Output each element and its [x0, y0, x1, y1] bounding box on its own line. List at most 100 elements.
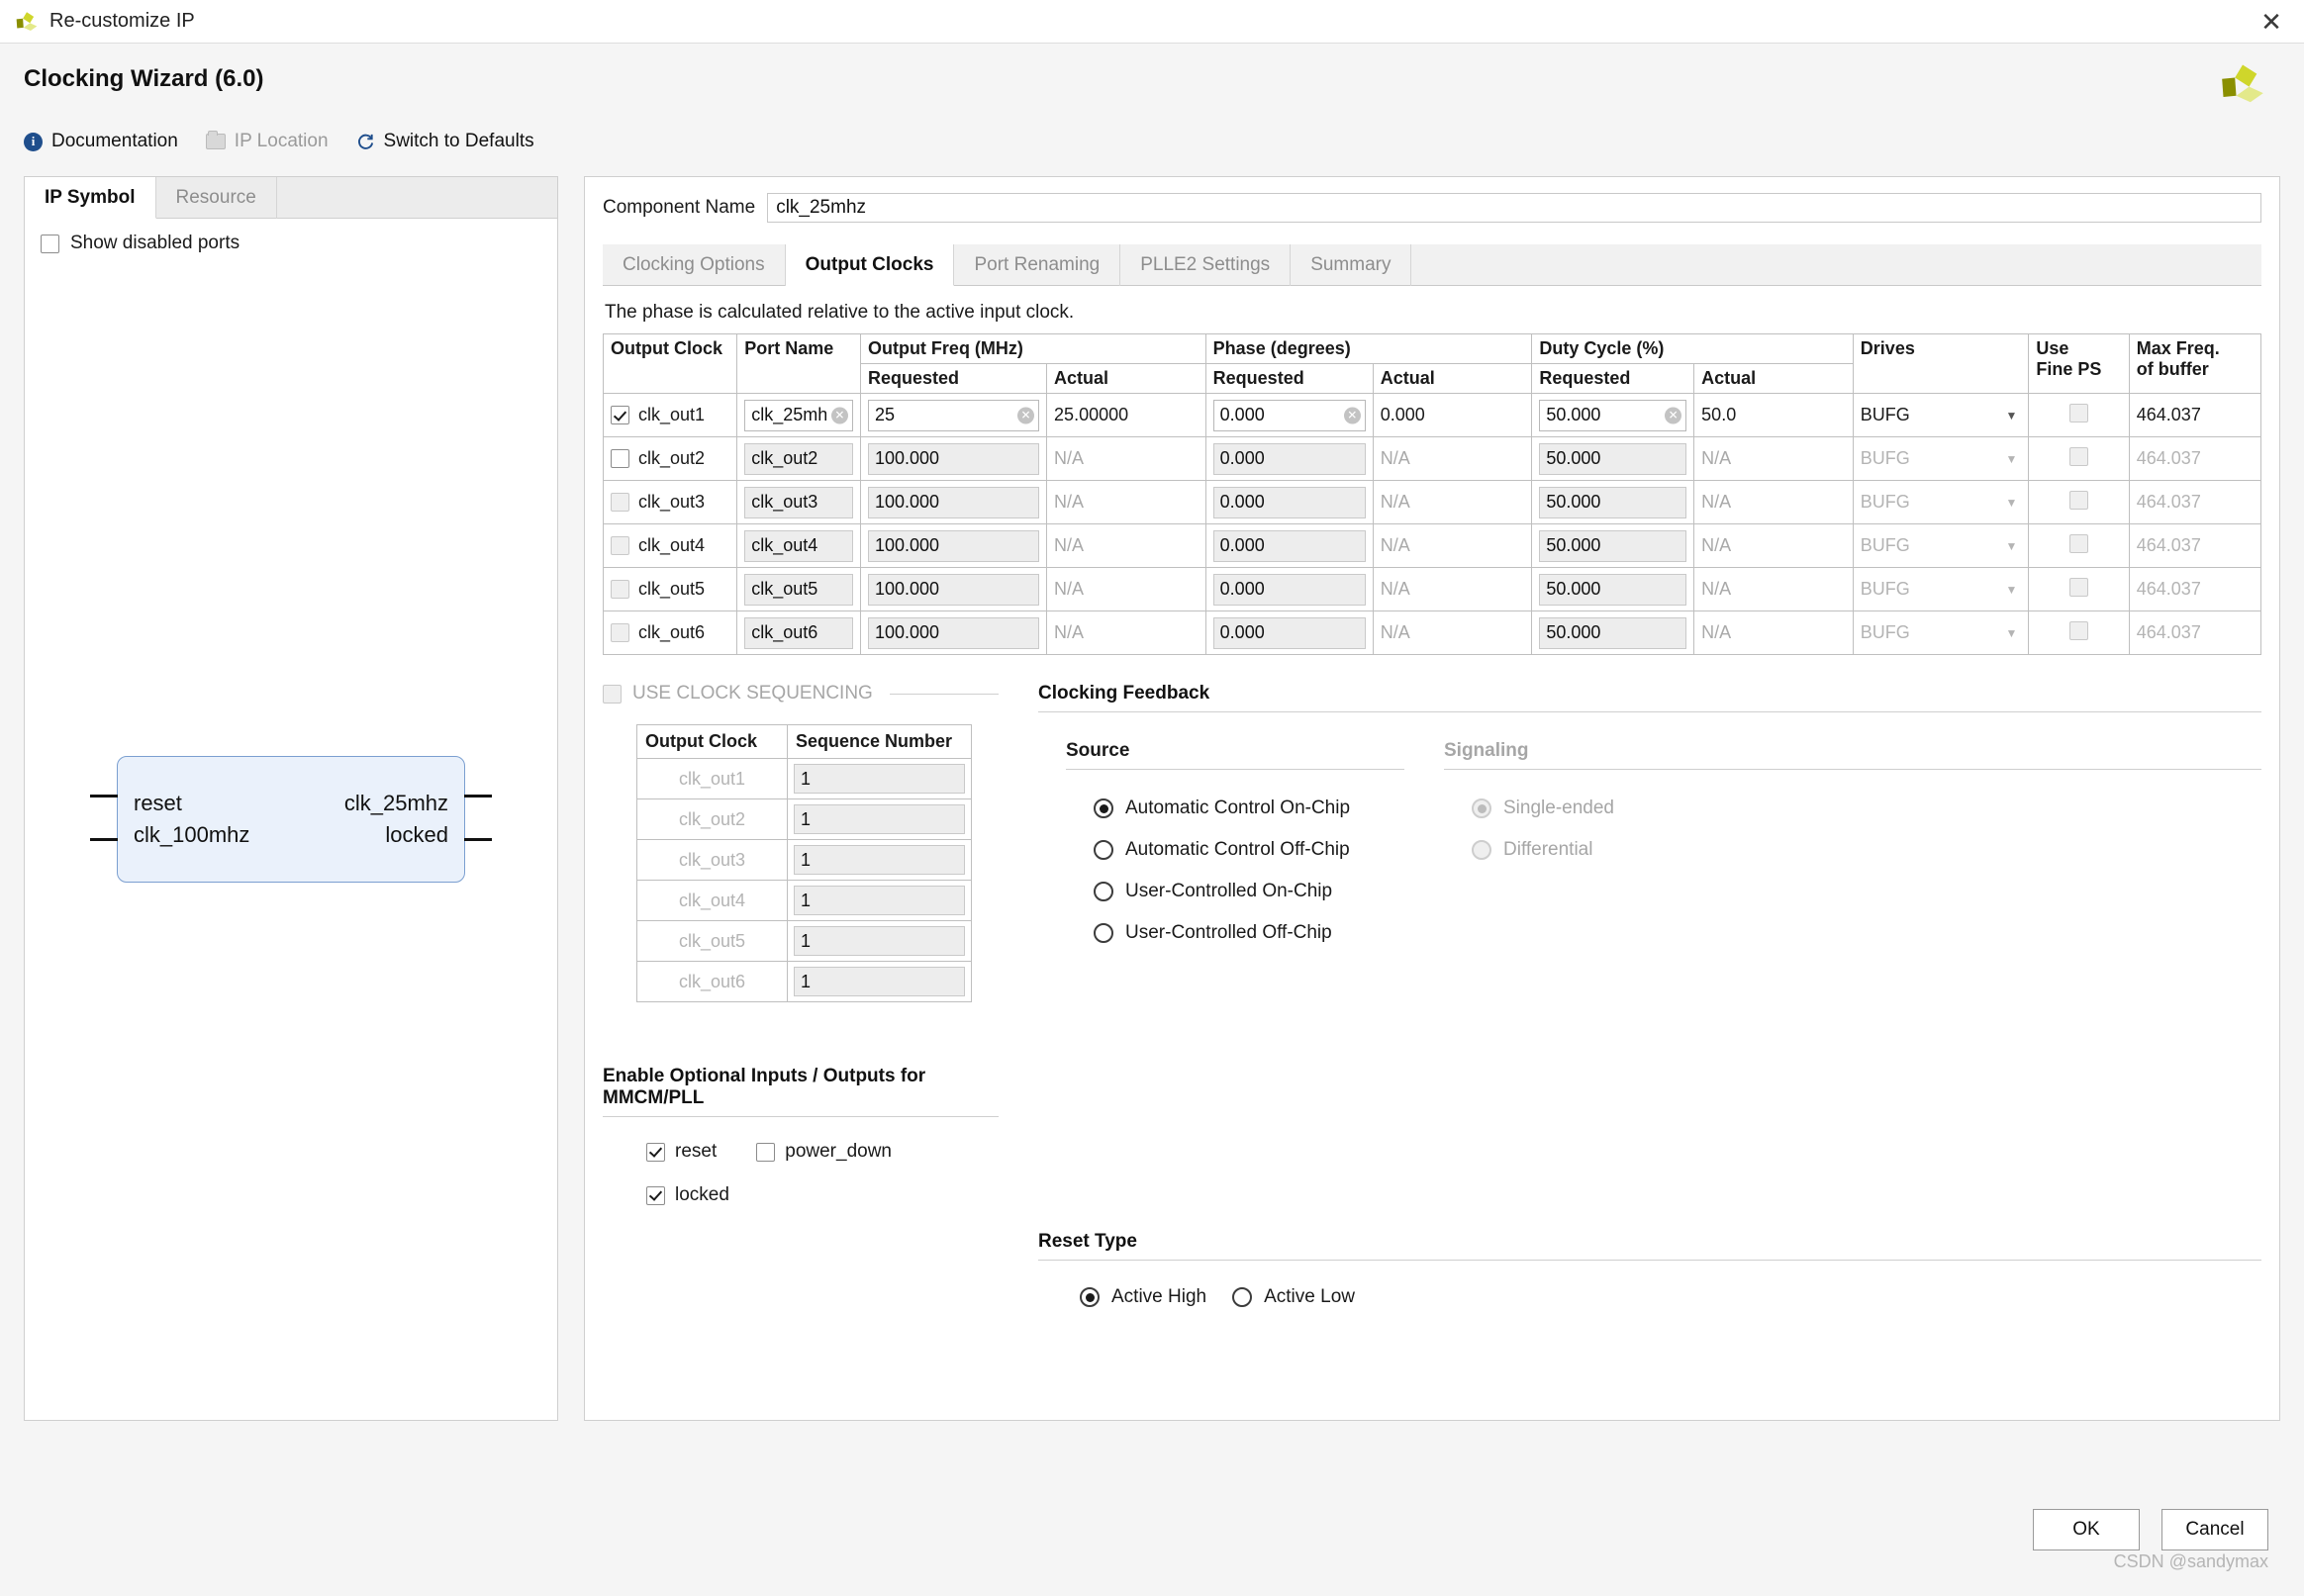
- tab-clocking-options[interactable]: Clocking Options: [603, 244, 786, 286]
- use-fine-ps-cell-clk_out1: [2028, 393, 2130, 437]
- drives-cell-clk_out6[interactable]: BUFG ▼: [1852, 610, 2030, 655]
- port-name-clk_out5-input[interactable]: [744, 573, 853, 606]
- freq-requested-clk_out6-input[interactable]: [867, 616, 1040, 649]
- locked-checkbox[interactable]: [646, 1185, 665, 1205]
- th-duty-requested: Requested: [1531, 363, 1695, 394]
- freq-requested-clk_out5-input[interactable]: [867, 573, 1040, 606]
- seq-number-input-clk_out5[interactable]: [794, 926, 965, 956]
- drives-cell-clk_out1[interactable]: BUFG ▼: [1852, 393, 2030, 437]
- port-name-clk_out1-clear-icon[interactable]: ✕: [830, 407, 848, 423]
- use-fine-ps-checkbox-clk_out6[interactable]: [2069, 620, 2089, 640]
- use-clock-sequencing-row[interactable]: USE CLOCK SEQUENCING: [603, 683, 999, 704]
- duty-requested-clk_out6-input[interactable]: [1539, 616, 1687, 649]
- row-enable-checkbox-clk_out3[interactable]: [611, 493, 629, 512]
- use-fine-ps-checkbox-clk_out4[interactable]: [2069, 533, 2089, 553]
- signaling-title: Signaling: [1444, 740, 1529, 761]
- reset-type-option-0[interactable]: Active High: [1080, 1286, 1206, 1308]
- switch-to-defaults-link[interactable]: Switch to Defaults: [356, 131, 534, 152]
- tab-ip-symbol[interactable]: IP Symbol: [25, 177, 156, 219]
- feedback-source-option-3[interactable]: User-Controlled Off-Chip: [1094, 922, 1404, 944]
- phase-requested-clk_out1-clear-icon[interactable]: ✕: [1343, 407, 1361, 423]
- seq-number-input-clk_out2[interactable]: [794, 804, 965, 834]
- tab-output-clocks[interactable]: Output Clocks: [785, 244, 955, 286]
- feedback-signaling-option-0[interactable]: Single-ended: [1472, 798, 2261, 819]
- port-name-clk_out6-input[interactable]: [744, 616, 853, 649]
- use-fine-ps-checkbox-clk_out5[interactable]: [2069, 577, 2089, 597]
- cancel-button[interactable]: Cancel: [2161, 1509, 2268, 1550]
- drives-cell-clk_out2[interactable]: BUFG ▼: [1852, 436, 2030, 481]
- feedback-signaling-radio-1[interactable]: [1472, 840, 1491, 860]
- duty-requested-clk_out4-input[interactable]: [1539, 529, 1687, 562]
- power-down-checkbox-row[interactable]: power_down: [756, 1141, 892, 1163]
- drives-cell-clk_out5[interactable]: BUFG ▼: [1852, 567, 2030, 611]
- reset-type-title: Reset Type: [1038, 1231, 1137, 1252]
- seq-number-input-clk_out6[interactable]: [794, 967, 965, 996]
- duty-requested-clk_out2-input[interactable]: [1539, 442, 1687, 475]
- show-disabled-ports-checkbox[interactable]: [41, 234, 59, 253]
- close-icon[interactable]: ✕: [2256, 7, 2286, 37]
- duty-requested-clk_out5-input[interactable]: [1539, 573, 1687, 606]
- freq-requested-clk_out3-input[interactable]: [867, 486, 1040, 518]
- freq-requested-clk_out4-input[interactable]: [867, 529, 1040, 562]
- tab-summary[interactable]: Summary: [1291, 244, 1412, 286]
- duty-requested-clk_out1-clear-icon[interactable]: ✕: [1665, 407, 1682, 423]
- row-enable-checkbox-clk_out1[interactable]: [611, 406, 629, 424]
- use-fine-ps-checkbox-clk_out1[interactable]: [2069, 403, 2089, 422]
- ip-symbol-diagram: reset clk_25mhz clk_100mhz locked: [25, 756, 557, 883]
- port-name-clk_out2-input[interactable]: [744, 442, 853, 475]
- duty-requested-clk_out3-input[interactable]: [1539, 486, 1687, 518]
- use-clock-sequencing-checkbox[interactable]: [603, 684, 622, 704]
- port-name-clk_out4-input[interactable]: [744, 529, 853, 562]
- row-enable-checkbox-clk_out5[interactable]: [611, 580, 629, 599]
- feedback-source-option-2[interactable]: User-Controlled On-Chip: [1094, 881, 1404, 902]
- feedback-signaling-option-1[interactable]: Differential: [1472, 839, 2261, 861]
- tab-resource[interactable]: Resource: [156, 177, 277, 219]
- row-enable-checkbox-clk_out2[interactable]: [611, 449, 629, 468]
- component-name-input[interactable]: [767, 193, 2261, 223]
- feedback-source-option-1[interactable]: Automatic Control Off-Chip: [1094, 839, 1404, 861]
- use-fine-ps-cell-clk_out5: [2028, 567, 2130, 611]
- feedback-source-option-0[interactable]: Automatic Control On-Chip: [1094, 798, 1404, 819]
- drives-cell-clk_out3[interactable]: BUFG ▼: [1852, 480, 2030, 524]
- reset-type-radio-1[interactable]: [1232, 1287, 1253, 1307]
- seq-number-input-clk_out3[interactable]: [794, 845, 965, 875]
- tab-port-renaming[interactable]: Port Renaming: [954, 244, 1121, 286]
- locked-checkbox-row[interactable]: locked: [646, 1184, 999, 1206]
- freq-requested-clk_out2-input[interactable]: [867, 442, 1040, 475]
- port-name-clk_out6-cell: [736, 610, 861, 655]
- drives-cell-clk_out4[interactable]: BUFG ▼: [1852, 523, 2030, 568]
- use-fine-ps-checkbox-clk_out2[interactable]: [2069, 446, 2089, 466]
- row-enable-checkbox-clk_out4[interactable]: [611, 536, 629, 555]
- phase-requested-clk_out2-input[interactable]: [1212, 442, 1366, 475]
- reset-checkbox[interactable]: [646, 1142, 665, 1162]
- freq-requested-clk_out1-clear-icon[interactable]: ✕: [1017, 407, 1035, 423]
- ip-location-link[interactable]: IP Location: [205, 131, 329, 152]
- use-fine-ps-checkbox-clk_out3[interactable]: [2069, 490, 2089, 510]
- phase-requested-clk_out4-input[interactable]: [1212, 529, 1366, 562]
- row-enable-checkbox-clk_out6[interactable]: [611, 623, 629, 642]
- documentation-link[interactable]: i Documentation: [24, 131, 178, 152]
- feedback-source-radio-1[interactable]: [1094, 840, 1113, 860]
- feedback-source-radio-3[interactable]: [1094, 923, 1113, 943]
- phase-requested-clk_out3-input[interactable]: [1212, 486, 1366, 518]
- power-down-checkbox[interactable]: [756, 1142, 776, 1162]
- reset-type-radio-0[interactable]: [1080, 1287, 1100, 1307]
- phase-requested-clk_out5-input[interactable]: [1212, 573, 1366, 606]
- reset-checkbox-row[interactable]: reset: [646, 1141, 717, 1163]
- table-row: clk_out5 N/A N/A N/A BUFG ▼ 464.037: [602, 567, 2262, 611]
- feedback-source-radio-0[interactable]: [1094, 798, 1113, 818]
- phase-requested-clk_out6-input[interactable]: [1212, 616, 1366, 649]
- duty-actual-clk_out1: 50.0: [1693, 393, 1854, 437]
- phase-requested-clk_out1-input[interactable]: [1212, 399, 1366, 431]
- ok-button[interactable]: OK: [2033, 1509, 2140, 1550]
- port-name-clk_out3-input[interactable]: [744, 486, 853, 518]
- reset-type-option-1[interactable]: Active Low: [1232, 1286, 1355, 1308]
- seq-number-input-clk_out4[interactable]: [794, 886, 965, 915]
- freq-requested-clk_out3-cell: [859, 480, 1048, 524]
- feedback-signaling-radio-0[interactable]: [1472, 798, 1491, 818]
- show-disabled-ports-row[interactable]: Show disabled ports: [41, 233, 541, 254]
- freq-requested-clk_out1-input[interactable]: [867, 399, 1040, 431]
- tab-plle2-settings[interactable]: PLLE2 Settings: [1120, 244, 1292, 286]
- feedback-source-radio-2[interactable]: [1094, 882, 1113, 901]
- seq-number-input-clk_out1[interactable]: [794, 764, 965, 794]
